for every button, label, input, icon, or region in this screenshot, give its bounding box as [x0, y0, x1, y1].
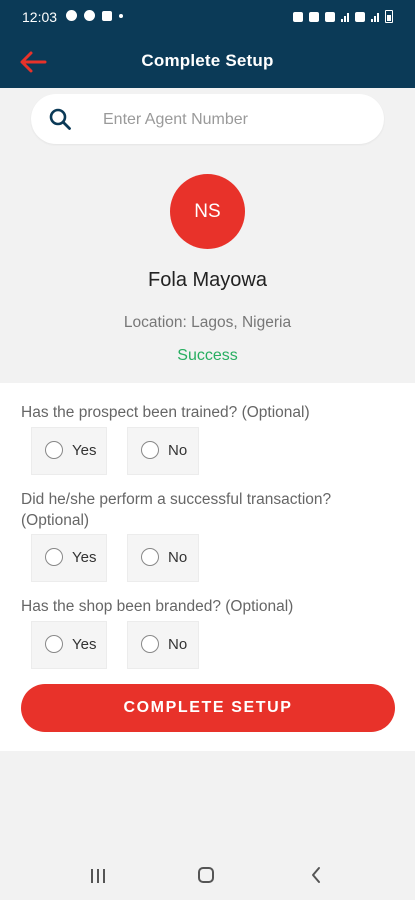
- trained-yes-option[interactable]: Yes: [31, 427, 107, 475]
- signal-2-icon: [371, 11, 379, 22]
- more-notifications-icon: [119, 13, 123, 18]
- question-branded: Has the shop been branded? (Optional): [21, 598, 294, 615]
- status-time: 12:03: [22, 9, 58, 25]
- avatar: NS: [170, 174, 245, 249]
- bluetooth-icon: [309, 11, 319, 22]
- app-header: Complete Setup: [0, 36, 415, 88]
- question-transaction: Did he/she perform a successful transact…: [21, 491, 332, 529]
- app-notification-icon: [84, 10, 95, 21]
- status-text: Success: [177, 347, 238, 364]
- wifi-call-icon: [355, 11, 365, 22]
- check-notification-icon: [102, 10, 112, 21]
- radio-icon: [141, 441, 159, 459]
- complete-setup-button[interactable]: COMPLETE SETUP: [21, 684, 395, 732]
- branded-yes-option[interactable]: Yes: [31, 621, 107, 669]
- agent-location: Location: Lagos, Nigeria: [123, 314, 292, 331]
- setup-questions-card: Has the prospect been trained? (Optional…: [0, 383, 415, 751]
- status-bar: 12:03: [0, 0, 415, 36]
- agent-number-input[interactable]: [101, 104, 365, 136]
- option-label: Yes: [72, 636, 97, 653]
- trained-no-option[interactable]: No: [127, 427, 199, 475]
- question-trained: Has the prospect been trained? (Optional…: [21, 404, 310, 421]
- agent-summary: NS Fola Mayowa Location: Lagos, Nigeria …: [0, 88, 415, 383]
- data-icon: [325, 11, 335, 22]
- radio-icon: [141, 548, 159, 566]
- option-label: Yes: [72, 549, 97, 566]
- alarm-icon: [293, 11, 303, 22]
- option-label: No: [168, 636, 188, 653]
- page-title: Complete Setup: [141, 51, 274, 70]
- option-label: Yes: [72, 442, 97, 459]
- home-icon[interactable]: [198, 867, 214, 883]
- nav-back-icon[interactable]: [310, 866, 322, 884]
- option-label: No: [168, 549, 188, 566]
- branded-no-option[interactable]: No: [127, 621, 199, 669]
- transaction-yes-option[interactable]: Yes: [31, 534, 107, 582]
- search-bar[interactable]: [31, 94, 384, 144]
- radio-icon: [45, 441, 63, 459]
- message-notification-icon: [66, 10, 77, 21]
- radio-icon: [45, 635, 63, 653]
- system-nav-bar: [0, 850, 415, 900]
- recent-apps-icon[interactable]: [89, 868, 107, 884]
- transaction-no-option[interactable]: No: [127, 534, 199, 582]
- radio-icon: [45, 548, 63, 566]
- signal-icon: [341, 11, 349, 22]
- option-label: No: [168, 442, 188, 459]
- radio-icon: [141, 635, 159, 653]
- battery-icon: [385, 10, 393, 23]
- agent-name: Fola Mayowa: [148, 269, 267, 291]
- search-icon: [49, 108, 71, 130]
- notification-icons: [66, 10, 123, 21]
- system-icons: [293, 10, 393, 23]
